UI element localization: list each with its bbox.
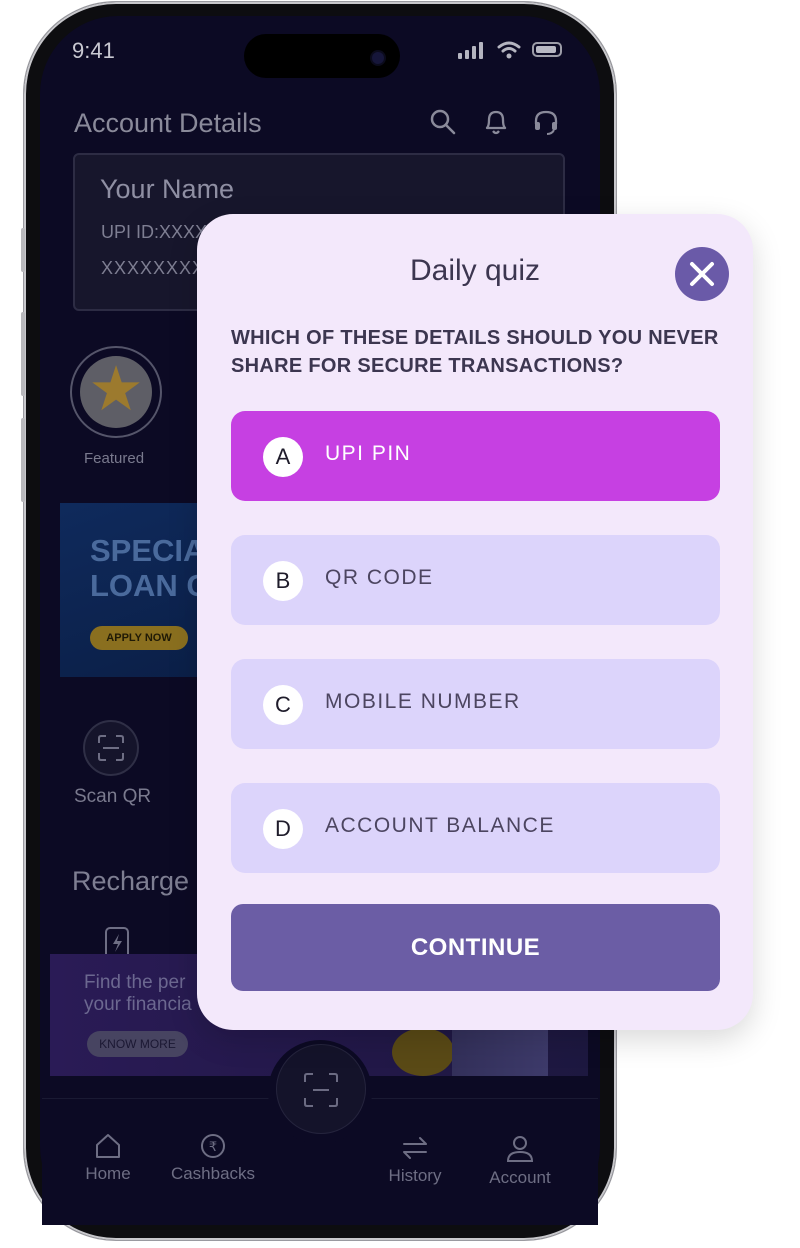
page-title: Account Details [74,108,262,138]
nav-account[interactable]: Account [470,1134,570,1188]
option-label: UPI PIN [325,442,412,465]
wifi-icon [497,41,521,59]
nav-account-label: Account [489,1168,551,1187]
nav-history-label: History [388,1166,442,1185]
search-icon[interactable] [429,108,457,136]
close-icon [690,262,714,286]
apply-now-button[interactable]: APPLY NOW [90,626,188,650]
nav-history[interactable]: History [365,1134,465,1186]
scan-qr-label: Scan QR [74,786,152,807]
nav-home-label: Home [85,1164,131,1183]
coin-illustration [392,1028,454,1076]
camera-icon [372,52,384,64]
upi-id: UPI ID:XXXX [101,222,208,242]
svg-text:₹: ₹ [209,1140,217,1155]
option-letter: B [263,561,303,601]
loan-banner-line1: SPECIA [90,533,206,568]
option-letter: C [263,685,303,725]
scan-fab-icon [304,1073,338,1107]
star-icon: ★ [88,355,144,424]
option-letter: D [263,809,303,849]
home-icon [96,1134,120,1158]
quiz-question: WHICH OF THESE DETAILS SHOULD YOU NEVER … [231,327,719,377]
signal-icon [458,42,483,59]
close-button[interactable] [675,247,729,301]
promo-line2: your financia [84,994,192,1015]
nav-home[interactable]: Home [58,1132,158,1184]
account-number: XXXXXXXX [101,258,206,278]
account-name: Your Name [100,174,235,204]
status-time: 9:41 [72,38,115,63]
option-label: MOBILE NUMBER [325,690,521,713]
promo-line1: Find the per [84,972,186,993]
quiz-option-c[interactable]: C MOBILE NUMBER [231,659,720,749]
account-icon [506,1136,534,1162]
loan-banner-text: SPECIA LOAN C [90,533,209,603]
phone-volume-up [21,312,25,396]
phone-volume-down [21,418,25,502]
quiz-title: Daily quiz [409,254,541,287]
nav-cashbacks-label: Cashbacks [170,1164,256,1183]
quiz-option-a[interactable]: A UPI PIN [231,411,720,501]
quiz-option-d[interactable]: D ACCOUNT BALANCE [231,783,720,873]
battery-icon [532,42,562,57]
option-label: ACCOUNT BALANCE [325,814,555,837]
cashback-icon: ₹ [201,1134,225,1158]
phone-side-button [21,228,25,272]
quiz-option-b[interactable]: B QR CODE [231,535,720,625]
loan-banner-line2: LOAN C [90,568,209,603]
continue-button[interactable]: CONTINUE [231,904,720,991]
featured-label: Featured [84,450,145,467]
recharge-title: Recharge [72,866,190,896]
promo-banner-text: Find the per your financia [84,972,192,1016]
promo-illustration [452,1030,548,1076]
know-more-button[interactable]: KNOW MORE [87,1031,188,1057]
option-label: QR CODE [325,566,434,589]
option-letter: A [263,437,303,477]
support-headset-icon[interactable] [532,108,560,136]
scan-qr-icon [98,735,124,761]
nav-cashbacks[interactable]: ₹ Cashbacks [163,1132,263,1184]
history-icon [403,1137,427,1159]
bell-icon[interactable] [483,108,509,136]
